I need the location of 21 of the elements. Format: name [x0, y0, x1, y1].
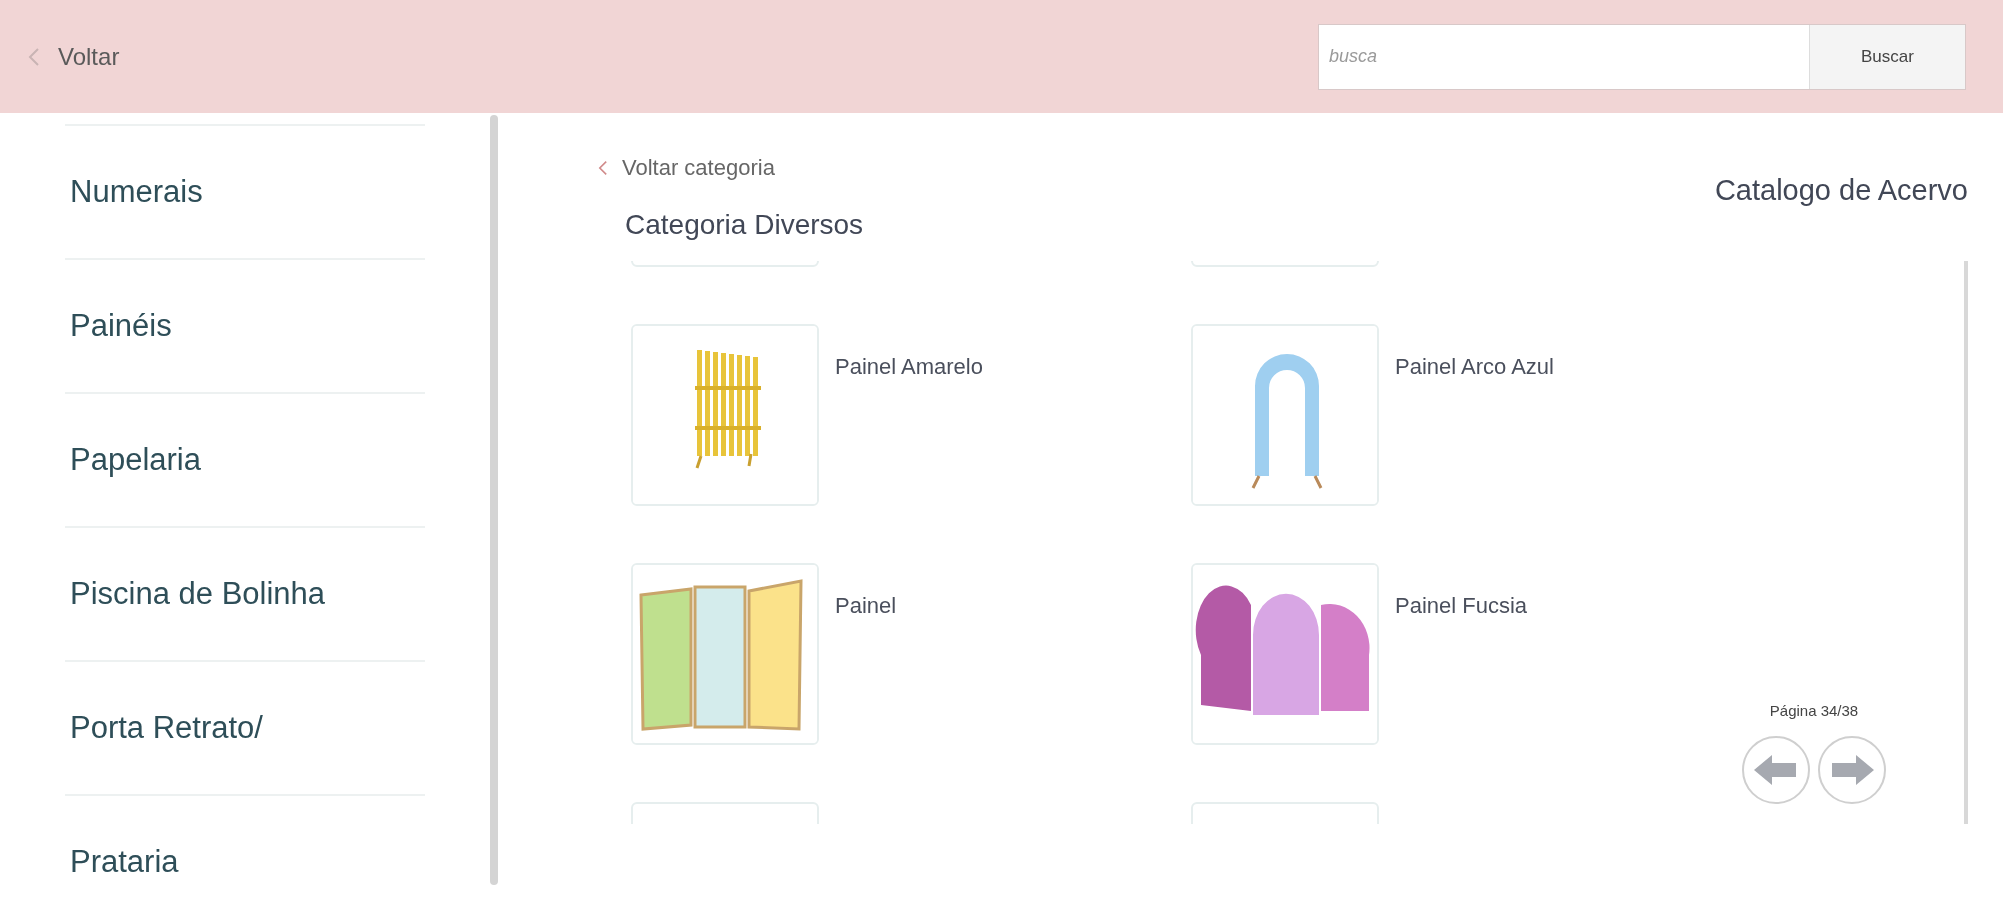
sidebar-item[interactable]: Numerais [65, 126, 425, 260]
sidebar-item[interactable]: Papelaria [65, 394, 425, 528]
sidebar-item[interactable]: Porta Retrato/ [65, 662, 425, 796]
back-button[interactable]: Voltar [28, 38, 120, 75]
scrollbar[interactable]: Painel Amarelo Painel Arco Azul Painel Painel Fucsia Página 34/38 [623, 261, 1968, 825]
page-indicator: Página 34/38 [1769, 700, 1859, 721]
back-category-link[interactable]: Voltar categoria [598, 151, 775, 184]
chevron-left-icon [28, 46, 40, 67]
product-name[interactable]: Painel [835, 589, 897, 746]
product-name[interactable]: Painel Arco Azul [1395, 350, 1554, 507]
category-title: Categoria Diversos [625, 207, 865, 242]
search-field[interactable]: busca Buscar [1318, 23, 1966, 90]
sidebar-item[interactable]: Prataria [65, 796, 425, 900]
product-name[interactable]: Painel Amarelo [835, 350, 983, 507]
chevron-left-icon [598, 159, 608, 176]
sidebar-item[interactable]: Painéis [65, 260, 425, 394]
product-name[interactable]: Painel Fucsia [1395, 589, 1528, 746]
search-button[interactable]: Buscar [1809, 24, 1965, 89]
sidebar-item[interactable]: Piscina de Bolinha [65, 528, 425, 662]
catalog-title: Catalogo de Acervo [1714, 173, 1968, 208]
scrollbar[interactable] [490, 115, 498, 885]
